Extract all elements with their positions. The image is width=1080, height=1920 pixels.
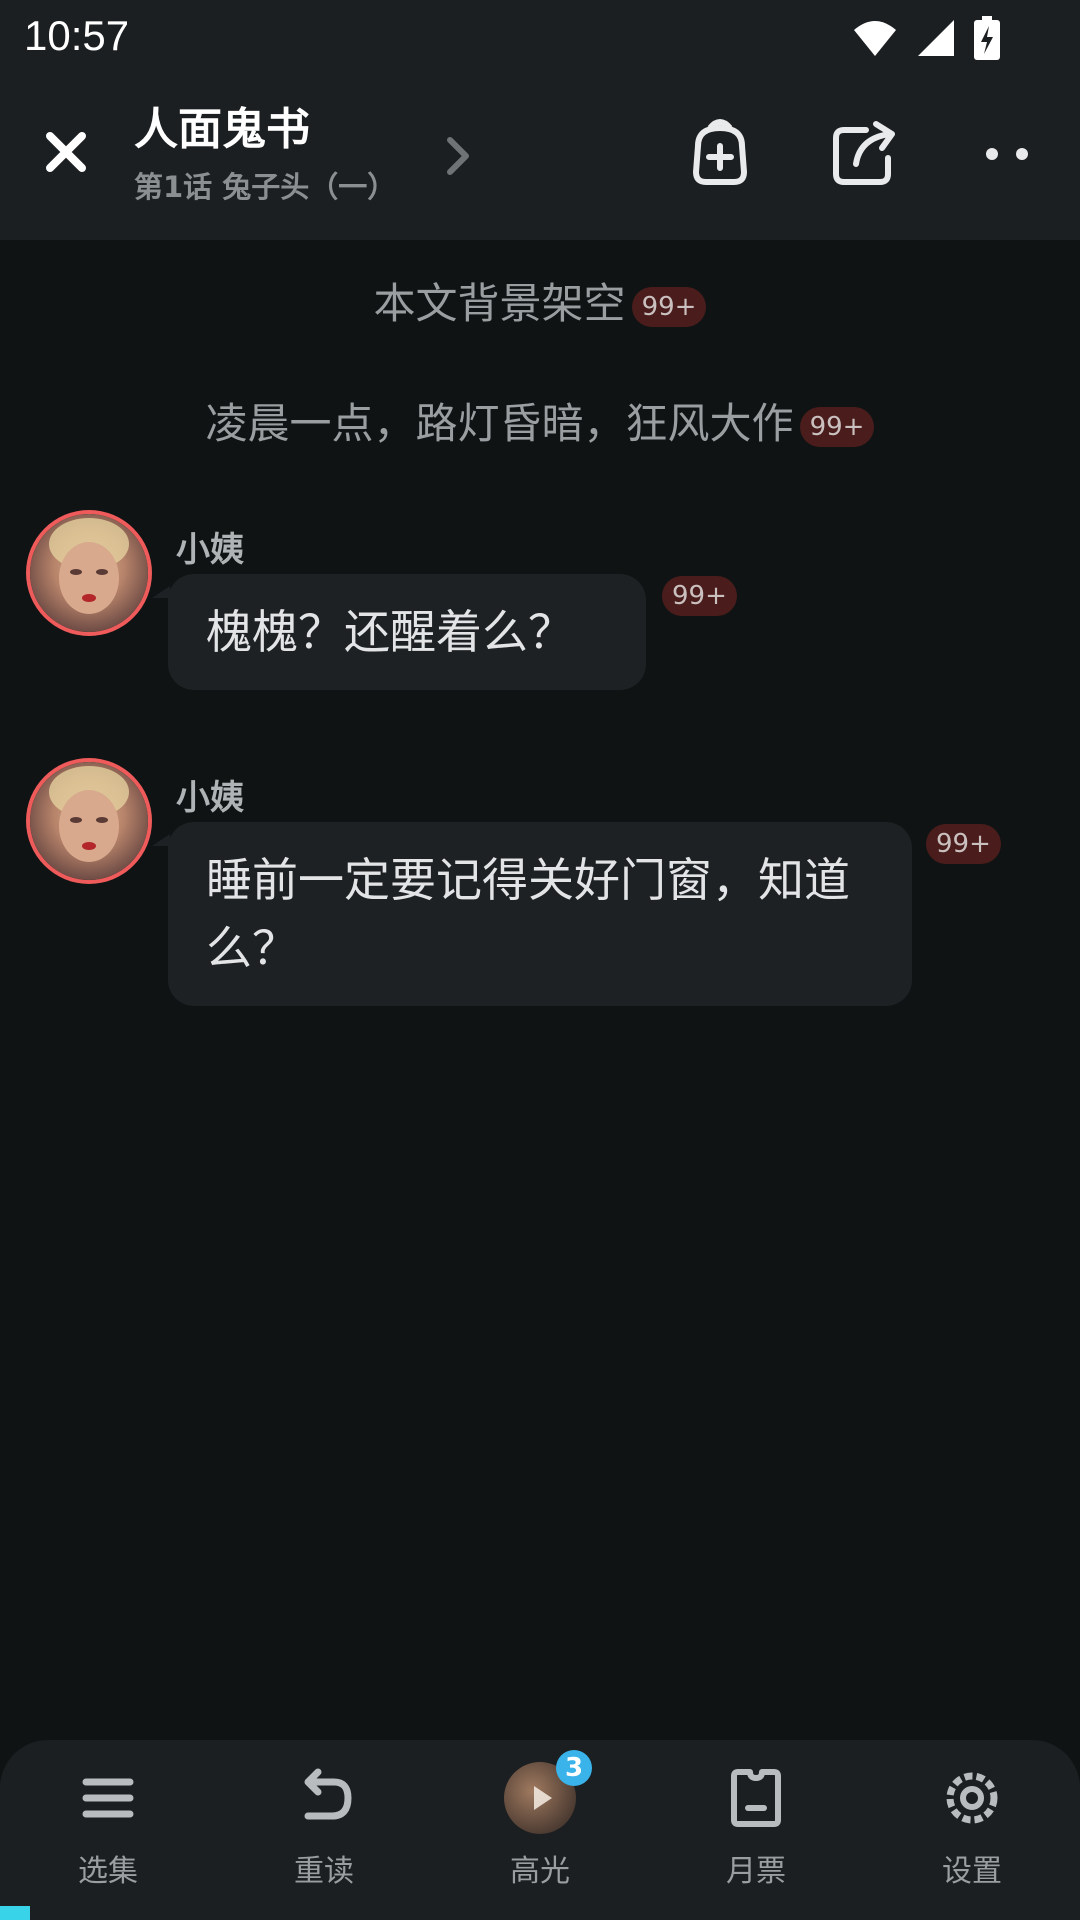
avatar[interactable] [30, 762, 148, 880]
close-icon[interactable] [36, 122, 96, 182]
message-bubble[interactable]: 睡前一定要记得关好门窗，知道么？ [168, 822, 912, 1006]
undo-icon [304, 1768, 352, 1820]
nav-highlights[interactable]: 3 高光 [450, 1750, 630, 1890]
message-bubble[interactable]: 槐槐？还醒着么？ [168, 574, 646, 690]
nav-label: 设置 [942, 1854, 1002, 1889]
title-block[interactable]: 人面鬼书 第1话 兔子头（一） [134, 102, 396, 206]
comment-count-badge[interactable]: 99+ [662, 576, 737, 616]
narration-text: 本文背景架空 [373, 279, 626, 328]
narration-line[interactable]: 凌晨一点，路灯昏暗，狂风大作 99+ [0, 390, 1080, 451]
status-icons [852, 16, 1000, 60]
menu-icon [82, 1778, 134, 1818]
nav-monthly-ticket[interactable]: 月票 [666, 1762, 846, 1890]
comment-count-badge[interactable]: 99+ [926, 824, 1001, 864]
comment-count-badge[interactable]: 99+ [631, 286, 707, 327]
share-icon[interactable] [826, 116, 902, 192]
story-title: 人面鬼书 [134, 104, 310, 155]
status-time: 10:57 [24, 12, 130, 59]
nav-label: 月票 [726, 1854, 786, 1889]
reading-progress-indicator [0, 1906, 30, 1920]
speaker-name: 小姨 [176, 530, 244, 570]
nav-label: 选集 [78, 1854, 138, 1889]
reader-screen: 10:57 人面鬼书 第1话 兔子头（一） 本文背景架空 99+ 凌晨一点，路灯… [0, 0, 1080, 1920]
nav-reread[interactable]: 重读 [234, 1762, 414, 1890]
narration-text: 凌晨一点，路灯昏暗，狂风大作 [205, 399, 794, 448]
status-bar: 10:57 [0, 0, 1080, 72]
highlight-thumbnail: 3 [504, 1750, 592, 1834]
wifi-icon [854, 21, 896, 56]
highlight-count-badge: 3 [556, 1750, 592, 1786]
bottom-nav: 选集 重读 3 高光 月票 设置 [0, 1740, 1080, 1920]
battery-icon [974, 16, 1000, 60]
ticket-icon [731, 1769, 781, 1827]
chapter-subtitle: 第1话 兔子头（一） [134, 170, 397, 204]
add-to-shelf-icon[interactable] [682, 116, 758, 192]
comment-count-badge[interactable]: 99+ [799, 406, 875, 447]
avatar[interactable] [30, 514, 148, 632]
nav-episodes[interactable]: 选集 [18, 1762, 198, 1890]
reader-header: 人面鬼书 第1话 兔子头（一） [0, 72, 1080, 240]
nav-label: 重读 [294, 1854, 354, 1889]
signal-icon [918, 20, 954, 56]
nav-settings[interactable]: 设置 [882, 1762, 1062, 1890]
avatar-portrait [49, 766, 129, 862]
avatar-portrait [49, 518, 129, 614]
speaker-name: 小姨 [176, 778, 244, 818]
gear-icon [946, 1772, 998, 1824]
nav-label: 高光 [510, 1854, 570, 1889]
more-icon[interactable] [970, 116, 1046, 192]
narration-line[interactable]: 本文背景架空 99+ [0, 270, 1080, 331]
chevron-right-icon[interactable] [440, 132, 476, 180]
